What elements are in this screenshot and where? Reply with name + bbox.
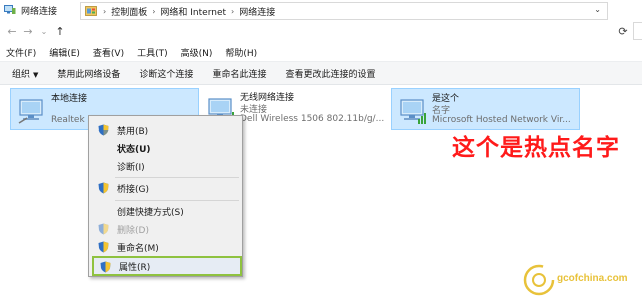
menu-separator — [115, 200, 239, 201]
menu-item-label: 状态(U) — [117, 144, 151, 155]
menu-edit[interactable]: 编辑(E) — [49, 46, 80, 59]
menu-tools[interactable]: 工具(T) — [137, 46, 168, 59]
view-change-settings-button[interactable]: 查看更改此连接的设置 — [285, 67, 375, 80]
address-dropdown-icon[interactable]: ⌄ — [594, 5, 601, 14]
breadcrumb-separator: › — [152, 6, 156, 16]
organize-label: 组织 — [12, 69, 31, 80]
window-title: 网络连接 — [21, 6, 58, 17]
menu-separator — [115, 177, 239, 178]
menu-item-rename[interactable]: 重命名(M) — [89, 238, 242, 256]
diagnose-button[interactable]: 诊断这个连接 — [139, 67, 193, 80]
adapter-device: Realtek — [51, 115, 85, 125]
watermark: gcofchina.com — [521, 262, 639, 296]
menu-view[interactable]: 查看(V) — [93, 46, 124, 59]
menu-item-label: 重命名(M) — [117, 243, 159, 254]
breadcrumb-control-panel[interactable]: 控制面板 — [108, 5, 150, 18]
menu-item-bridge[interactable]: 桥接(G) — [89, 179, 242, 197]
breadcrumb-separator: › — [231, 6, 235, 16]
uac-shield-icon — [98, 223, 109, 235]
uac-shield-icon — [100, 261, 111, 273]
menu-advanced[interactable]: 高级(N) — [181, 46, 213, 59]
forward-button[interactable]: → — [20, 22, 36, 40]
disable-device-button[interactable]: 禁用此网络设备 — [57, 67, 120, 80]
breadcrumb-separator: › — [103, 6, 107, 16]
search-box[interactable] — [633, 22, 642, 40]
back-button[interactable]: ← — [4, 22, 20, 40]
adapter-name: 本地连接 — [51, 94, 88, 104]
wireless-adapter-icon — [400, 99, 426, 124]
address-row: ← → ⌄ ↑ — [0, 20, 642, 42]
watermark-text: gcofchina.com — [557, 273, 628, 284]
menu-help[interactable]: 帮助(H) — [225, 46, 257, 59]
address-bar[interactable]: › 控制面板 › 网络和 Internet › 网络连接 ⌄ — [80, 2, 608, 20]
watermark-logo-icon — [523, 264, 555, 296]
command-bar: 组织 ▼ 禁用此网络设备 诊断这个连接 重命名此连接 查看更改此连接的设置 — [0, 61, 642, 85]
refresh-icon[interactable]: ⟳ — [614, 22, 632, 40]
menu-item-diagnose[interactable]: 诊断(I) — [89, 157, 242, 175]
menu-item-label: 创建快捷方式(S) — [117, 207, 184, 218]
up-button[interactable]: ↑ — [52, 22, 68, 40]
adapter-device: Dell Wireless 1506 802.11b/g/... — [240, 114, 385, 124]
menu-item-delete: 删除(D) — [89, 220, 242, 238]
chevron-down-icon: ▼ — [33, 70, 39, 79]
menu-item-status[interactable]: 状态(U) — [89, 139, 242, 157]
breadcrumb-network-connections[interactable]: 网络连接 — [236, 5, 278, 18]
adapter-device: Microsoft Hosted Network Vir... — [432, 115, 571, 125]
menu-item-label: 桥接(G) — [117, 184, 149, 195]
rename-button[interactable]: 重命名此连接 — [212, 67, 266, 80]
menu-item-label: 禁用(B) — [117, 126, 149, 137]
uac-shield-icon — [98, 124, 109, 136]
organize-button[interactable]: 组织 ▼ — [12, 67, 38, 80]
menu-bar: 文件(F) 编辑(E) 查看(V) 工具(T) 高级(N) 帮助(H) — [0, 43, 642, 61]
menu-item-create-shortcut[interactable]: 创建快捷方式(S) — [89, 202, 242, 220]
control-panel-icon — [85, 6, 97, 16]
adapter-hosted-network[interactable]: 是这个 名字 Microsoft Hosted Network Vir... — [391, 88, 580, 130]
annotation-text: 这个是热点名字 — [452, 135, 620, 161]
recent-locations-dropdown[interactable]: ⌄ — [36, 22, 52, 40]
menu-item-label: 删除(D) — [117, 225, 149, 236]
context-menu: 禁用(B) 状态(U) 诊断(I) 桥接(G) 创建快捷方式(S) 删除(D) … — [88, 115, 243, 277]
uac-shield-icon — [98, 241, 109, 253]
menu-item-disable[interactable]: 禁用(B) — [89, 121, 242, 139]
network-connections-icon — [4, 5, 16, 14]
uac-shield-icon — [98, 182, 109, 194]
menu-item-label: 属性(R) — [119, 262, 151, 273]
menu-file[interactable]: 文件(F) — [6, 46, 36, 59]
breadcrumb-network-internet[interactable]: 网络和 Internet — [157, 5, 229, 18]
menu-item-label: 诊断(I) — [117, 162, 145, 173]
menu-item-properties[interactable]: 属性(R) — [92, 256, 242, 276]
ethernet-adapter-icon — [18, 99, 43, 124]
